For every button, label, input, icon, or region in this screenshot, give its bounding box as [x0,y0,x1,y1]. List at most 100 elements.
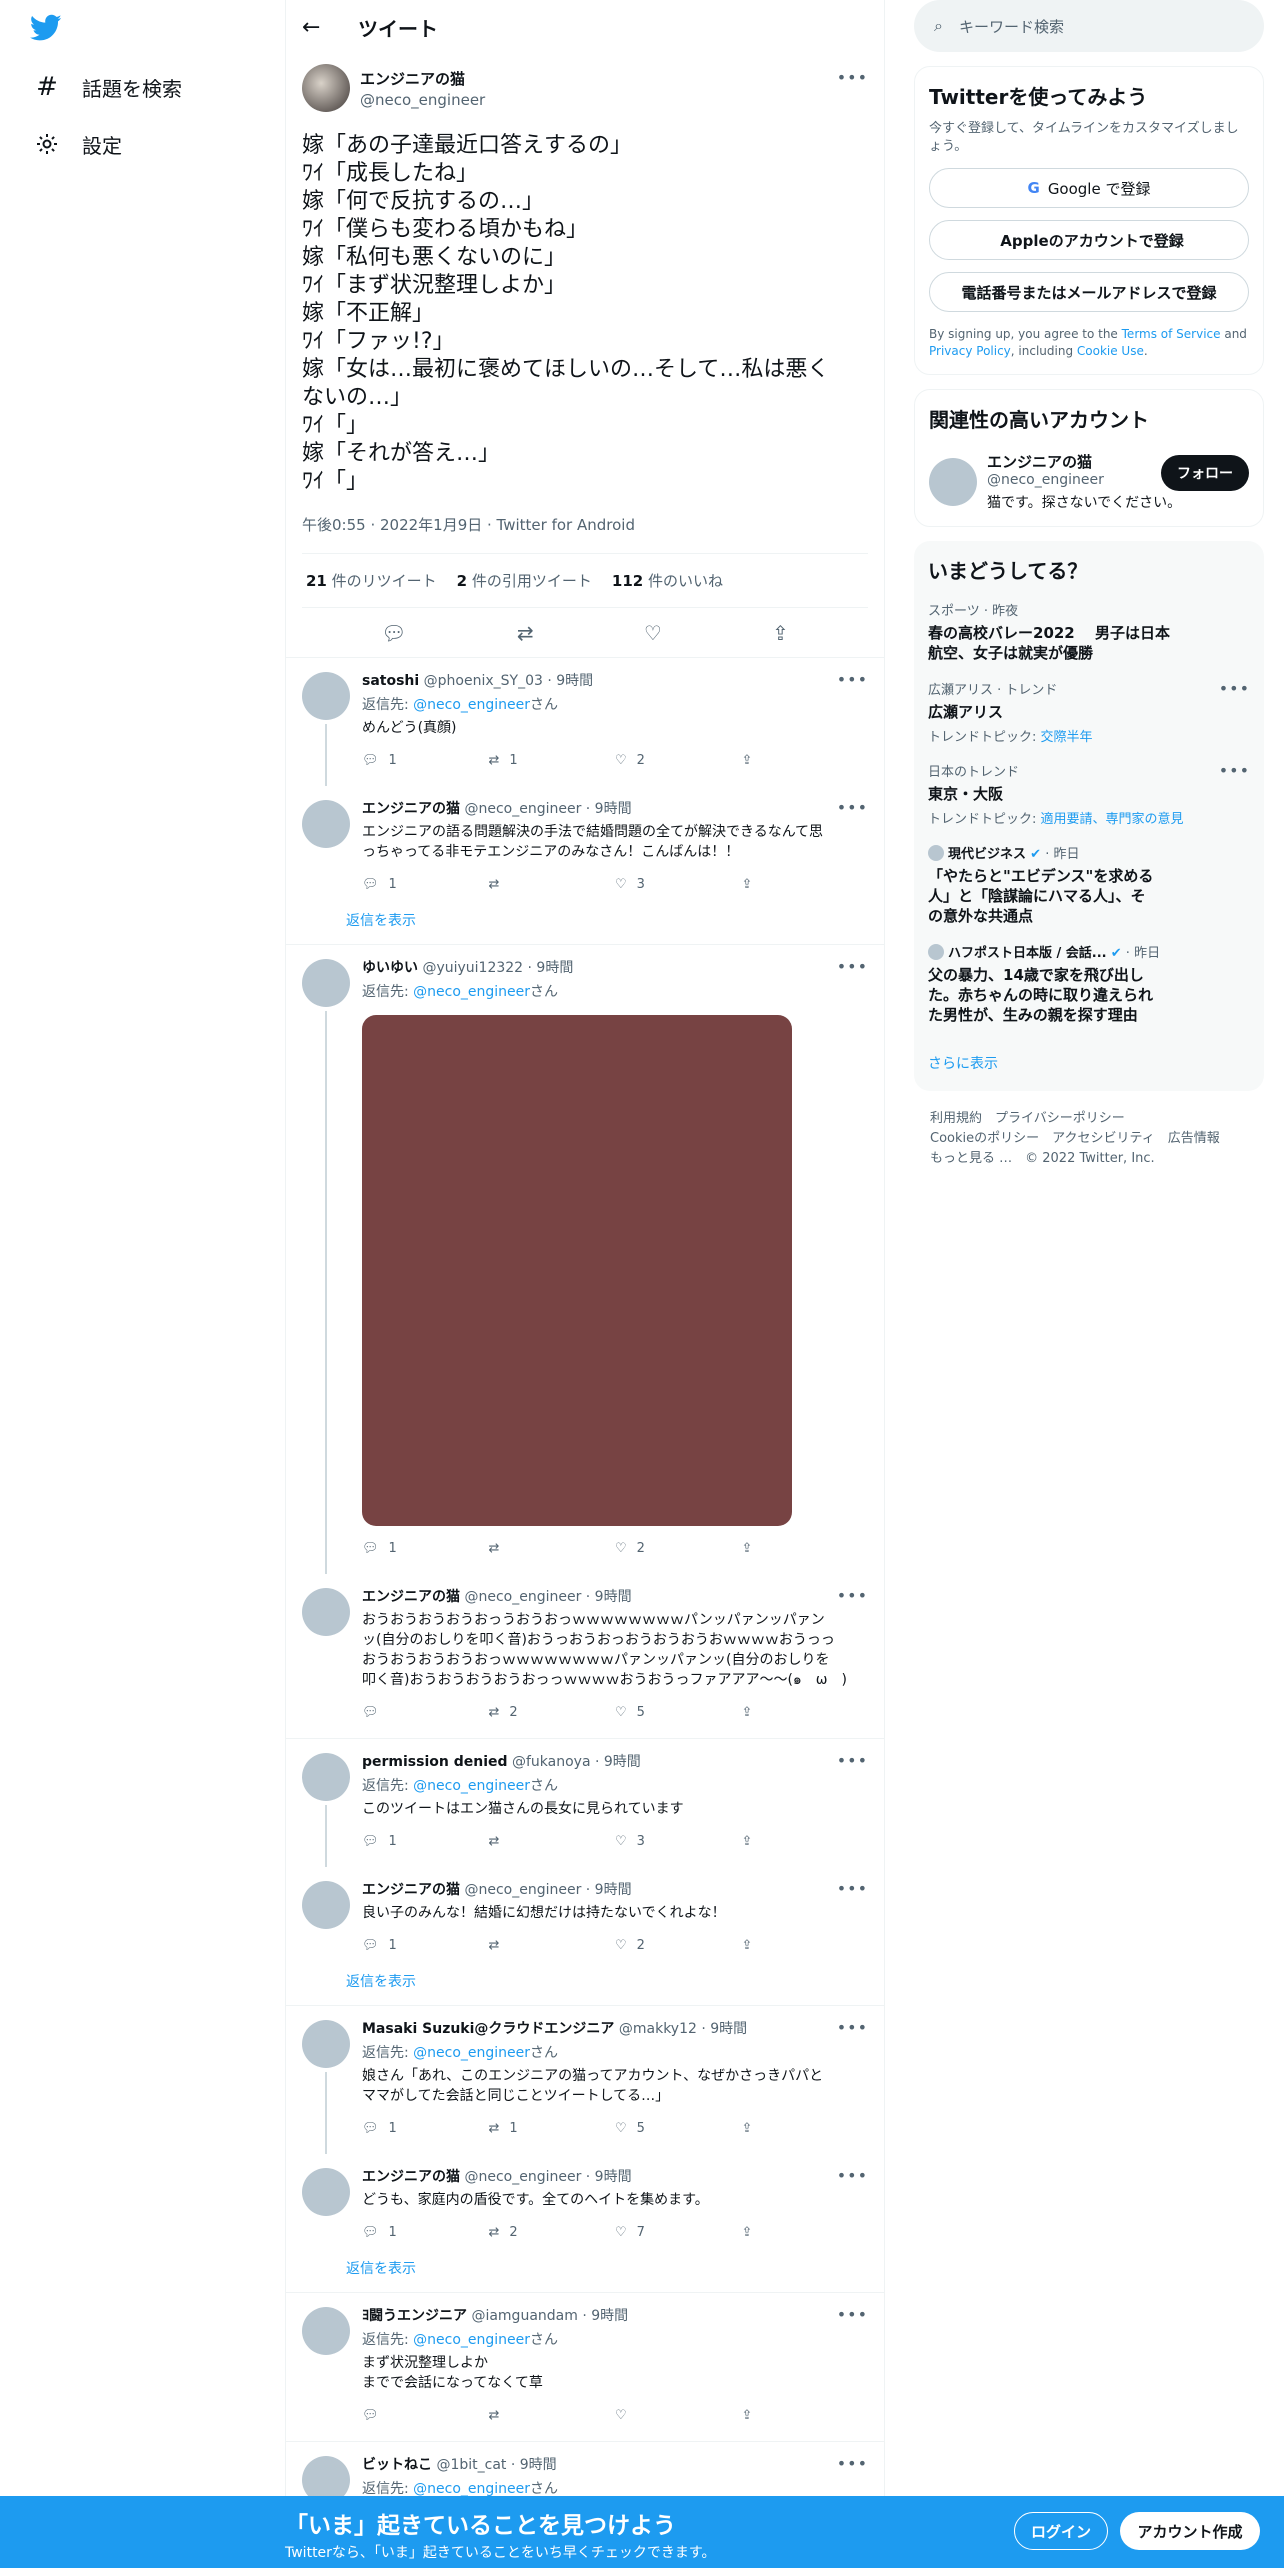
reply-button[interactable]: 💬︎1 [362,1541,489,1556]
like-button[interactable]: ♡ 3 [615,877,742,892]
share-button[interactable]: ⇪ [742,1938,869,1953]
author-name[interactable]: エンジニアの猫 [360,68,485,89]
show-replies-link[interactable]: 返信を表示 [346,1957,884,2005]
more-icon[interactable]: ••• [837,1751,868,1770]
avatar[interactable] [302,1753,350,1801]
reply-author-name[interactable]: エンジニアの猫 [362,1589,460,1605]
back-arrow-icon[interactable]: ← [302,15,332,40]
footer-links-1[interactable]: 利用規約 プライバシーポリシー [930,1109,1248,1129]
more-icon[interactable]: ••• [837,1879,868,1898]
share-button[interactable]: ⇪ [742,877,869,892]
like-button[interactable]: ♡2 [615,1938,742,1953]
reply-button[interactable]: 💬︎1 [362,2225,489,2240]
login-button[interactable]: ログイン [1014,2512,1108,2550]
reply-author-handle[interactable]: @yuiyui12322 · 9時間 [422,960,573,976]
footer-links-3[interactable]: もっと見る … © 2022 Twitter, Inc. [930,1149,1248,1169]
reply-to-user[interactable]: @neco_engineer [413,2481,530,2497]
like-button[interactable]: ♡ 7 [615,2225,742,2240]
trend-item[interactable]: 広瀬アリス · トレンド 広瀬アリス トレンドトピック: 交際半年 ••• [928,679,1250,745]
more-icon[interactable]: ••• [837,798,868,817]
reply-tweet[interactable]: ••• Masaki Suzuki@クラウドエンジニア @makky12 · 9時… [286,2006,884,2154]
avatar[interactable] [302,2168,350,2216]
reply-author-handle[interactable]: @iamguandam · 9時間 [471,2308,628,2324]
trend-item[interactable]: 現代ビジネス ✔ · 昨日 「やたらと"エビデンス"を求める 人」と「陰謀論にハマ… [928,843,1250,926]
show-replies-link[interactable]: 返信を表示 [346,896,884,944]
more-icon[interactable]: ••• [1219,761,1250,780]
reply-author-name[interactable]: ビットねこ [362,2457,432,2473]
follow-button[interactable]: フォロー [1161,455,1249,491]
reply-image[interactable] [362,1015,792,1526]
search-input[interactable]: ⌕ キーワード検索 [914,0,1264,52]
reply-button[interactable]: 💬︎1 [362,2121,489,2136]
reply-icon[interactable]: 💬︎ [381,621,406,645]
reply-to-user[interactable]: @neco_engineer [413,2045,530,2061]
tweet-meta[interactable]: 午後0:55 · 2022年1月9日 · Twitter for Android [302,514,868,554]
reply-author-handle[interactable]: @fukanoya · 9時間 [512,1754,641,1770]
cookie-link[interactable]: Cookie Use [1077,344,1144,358]
show-replies-link[interactable]: 返信を表示 [346,2244,884,2292]
more-icon[interactable]: ••• [837,2454,868,2473]
like-button[interactable]: ♡ 3 [615,1834,742,1849]
like-button[interactable]: ♡ 5 [615,2121,742,2136]
avatar[interactable] [302,959,350,1007]
reply-author-name[interactable]: permission denied [362,1754,508,1770]
quotes-stat[interactable]: 2 件の引用ツイート [457,570,592,591]
like-button[interactable]: ♡ 5 [615,1705,742,1720]
reply-author-name[interactable]: satoshi [362,673,419,689]
avatar[interactable] [929,457,977,506]
like-button[interactable]: ♡ [615,2408,742,2423]
trend-item[interactable]: ハフポスト日本版 / 会話... ✔ · 昨日 父の暴力、14歳で家を飛び出し た… [928,942,1250,1025]
retweet-button[interactable]: ⇄ [489,877,616,892]
more-icon[interactable]: ••• [837,957,868,976]
footer-links-2[interactable]: Cookieのポリシー アクセシビリティ 広告情報 [930,1129,1248,1149]
reply-tweet[interactable]: ••• permission denied @fukanoya · 9時間 返信先:… [286,1739,884,1867]
reply-tweet[interactable]: ••• エンジニアの猫 @neco_engineer · 9時間 どうも、家庭内の盾… [286,2154,884,2244]
author-handle[interactable]: @neco_engineer [360,91,485,109]
avatar[interactable] [302,2020,350,2068]
share-button[interactable]: ⇪ [742,753,869,768]
share-button[interactable]: ⇪ [742,2225,869,2240]
privacy-link[interactable]: Privacy Policy [929,344,1011,358]
avatar[interactable] [302,1588,350,1636]
reply-author-handle[interactable]: @neco_engineer · 9時間 [464,1589,631,1605]
signup-button[interactable]: アカウント作成 [1120,2512,1260,2550]
avatar[interactable] [302,2307,350,2355]
reply-button[interactable]: 💬︎ [362,2408,489,2423]
reply-author-handle[interactable]: @makky12 · 9時間 [619,2021,747,2037]
retweet-button[interactable]: ⇄ [489,2408,616,2423]
reply-button[interactable]: 💬︎1 [362,877,489,892]
more-icon[interactable]: ••• [837,68,868,87]
reply-button[interactable]: 💬︎1 [362,1834,489,1849]
reply-to-user[interactable]: @neco_engineer [413,697,530,713]
more-icon[interactable]: ••• [837,2305,868,2324]
retweet-button[interactable]: ⇄ [489,1938,616,1953]
retweet-button[interactable]: ⇄ [489,1541,616,1556]
reply-tweet[interactable]: ••• ゆいゆい @yuiyui12322 · 9時間 返信先: @neco_eng… [286,945,884,1574]
share-button[interactable]: ⇪ [742,1705,869,1720]
reply-author-handle[interactable]: @phoenix_SY_03 · 9時間 [424,673,594,689]
share-button[interactable]: ⇪ [742,1541,869,1556]
like-button[interactable]: ♡2 [615,1541,742,1556]
retweet-button[interactable]: ⇄ 1 [489,753,616,768]
like-icon[interactable]: ♡ [644,621,662,645]
retweet-button[interactable]: ⇄ 2 [489,1705,616,1720]
retweets-stat[interactable]: 21 件のリツイート [306,570,437,591]
more-icon[interactable]: ••• [837,2166,868,2185]
reply-tweet[interactable]: ••• エンジニアの猫 @neco_engineer · 9時間 良い子のみんな！結… [286,1867,884,1957]
show-more-link[interactable]: さらに表示 [928,1053,1250,1073]
reply-tweet[interactable]: ••• satoshi @phoenix_SY_03 · 9時間 返信先: @nec… [286,658,884,786]
nav-explore[interactable]: # 話題を検索 [34,67,182,107]
nav-settings[interactable]: 設定 [34,124,122,164]
reply-author-handle[interactable]: @1bit_cat · 9時間 [436,2457,556,2473]
reply-author-handle[interactable]: @neco_engineer · 9時間 [464,801,631,817]
apple-signup-button[interactable]: Appleのアカウントで登録 [929,220,1249,260]
reply-author-name[interactable]: エンジニアの猫 [362,1882,460,1898]
reply-tweet[interactable]: ••• エンジニアの猫 @neco_engineer · 9時間 エンジニアの語る問… [286,786,884,896]
retweet-button[interactable]: ⇄ 1 [489,2121,616,2136]
reply-button[interactable]: 💬︎1 [362,753,489,768]
retweet-button[interactable]: ⇄ 2 [489,2225,616,2240]
trend-item[interactable]: 日本のトレンド 東京・大阪 トレンドトピック: 適用要請、専門家の意見 ••• [928,761,1250,827]
share-button[interactable]: ⇪ [742,2408,869,2423]
avatar[interactable] [302,800,350,848]
share-button[interactable]: ⇪ [742,2121,869,2136]
